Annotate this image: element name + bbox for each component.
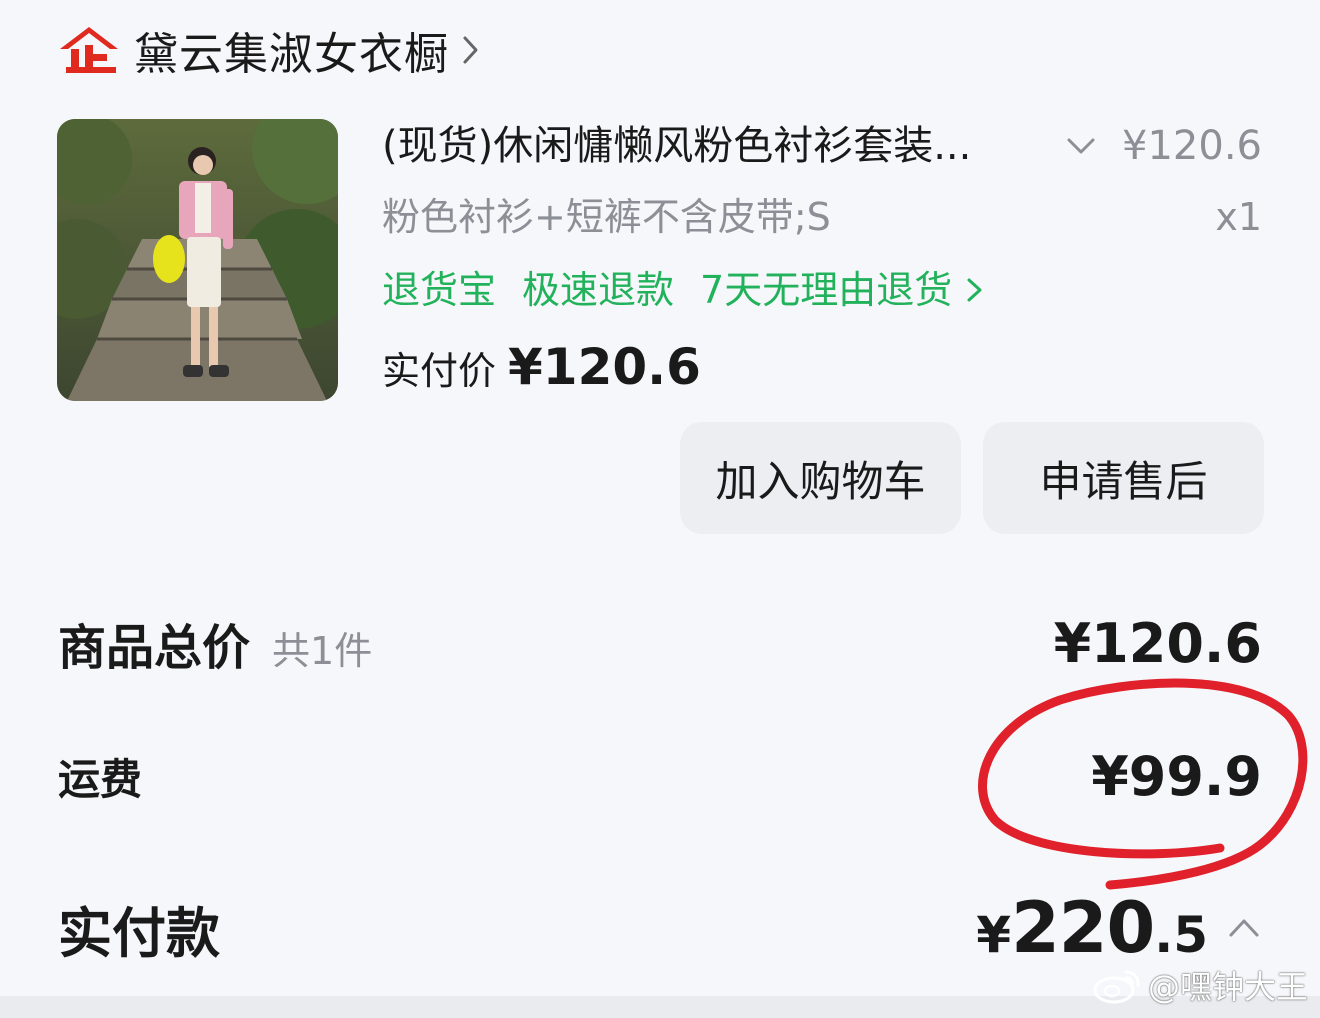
add-to-cart-button[interactable]: 加入购物车: [680, 422, 961, 534]
watermark: @嘿钟大王: [1092, 962, 1308, 1008]
paid-price-value: ¥120.6: [508, 338, 701, 396]
service-tag: 7天无理由退货: [700, 268, 953, 312]
after-sales-button[interactable]: 申请售后: [983, 422, 1264, 534]
watermark-text: @嘿钟大王: [1147, 968, 1308, 1006]
unit-price: ¥120.6: [1122, 123, 1262, 169]
product-image[interactable]: [57, 119, 338, 401]
paid-total-integer: 220: [1011, 887, 1155, 969]
enterprise-shop-icon: [60, 27, 118, 73]
product-spec: 粉色衬衫+短裤不含皮带;S: [382, 195, 831, 239]
goods-total-value: ¥120.6: [1053, 611, 1262, 675]
paid-total-label: 实付款: [58, 901, 220, 965]
chevron-up-icon[interactable]: [1226, 913, 1262, 943]
goods-total-row: 商品总价 共1件 ¥120.6: [58, 608, 1262, 678]
service-tag: 退货宝: [382, 268, 497, 312]
weibo-icon: [1093, 970, 1140, 1004]
item-paid-price: 实付价 ¥120.6: [382, 338, 701, 396]
chevron-down-icon[interactable]: [1064, 132, 1098, 160]
shipping-value: ¥99.9: [1091, 744, 1262, 808]
paid-total-row[interactable]: 实付款 ¥ 220 .5: [58, 887, 1262, 969]
chevron-right-icon: [463, 36, 478, 64]
order-detail-page: 黛云集淑女衣橱 (现货)休闲慵懒风粉色衬衫套装... ¥120.6 粉色衬衫+短…: [0, 0, 1320, 1018]
paid-total-currency: ¥: [976, 906, 1012, 964]
shipping-row: 运费 ¥99.9: [58, 744, 1262, 808]
paid-total-value: ¥ 220 .5: [976, 887, 1262, 969]
product-photo: [57, 119, 338, 401]
shipping-label: 运费: [58, 754, 143, 804]
product-quantity: x1: [1215, 195, 1262, 239]
service-tags[interactable]: 退货宝 极速退款 7天无理由退货: [382, 264, 986, 316]
shop-header[interactable]: 黛云集淑女衣橱: [58, 22, 483, 80]
paid-price-label: 实付价: [382, 349, 497, 393]
product-title[interactable]: (现货)休闲慵懒风粉色衬衫套装...: [382, 120, 1052, 172]
goods-count: 共1件: [272, 629, 373, 673]
chevron-right-icon: [967, 278, 982, 302]
service-tag: 极速退款: [522, 268, 675, 312]
paid-total-decimal: .5: [1154, 906, 1208, 964]
goods-total-label: 商品总价: [58, 620, 251, 676]
shop-name: 黛云集淑女衣橱: [134, 29, 449, 80]
